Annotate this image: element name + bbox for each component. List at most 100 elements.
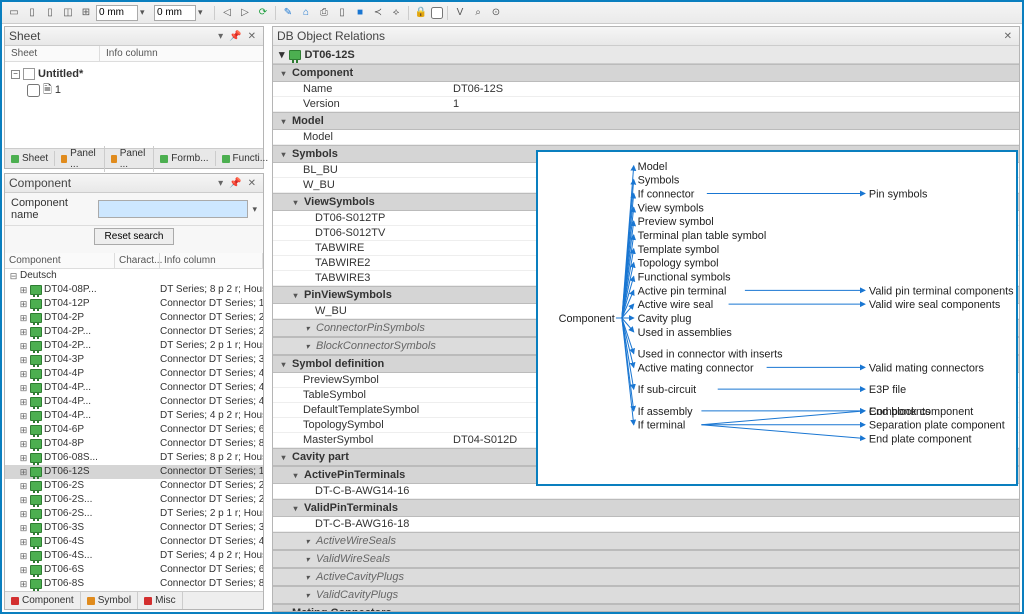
share-icon[interactable]: ≺ (370, 5, 386, 21)
svg-text:If connector: If connector (638, 188, 695, 200)
tool-icon[interactable]: ◫ (60, 5, 76, 21)
svg-text:Preview symbol: Preview symbol (638, 216, 714, 228)
db-section[interactable]: ▾ValidPinTerminals (273, 499, 1019, 517)
component-row[interactable]: ⊞DT04-4P...DT Series; 4 p 2 r; Housing..… (5, 409, 263, 423)
component-row[interactable]: ⊞DT06-3SConnector DT Series; 3 po... (5, 521, 263, 535)
component-tab[interactable]: Symbol (81, 592, 138, 609)
sheet-tab[interactable]: Formb... (154, 151, 215, 166)
offset-x-input[interactable] (96, 5, 138, 21)
component-row[interactable]: ⊞DT06-4S...DT Series; 4 p 2 r; Housing..… (5, 549, 263, 563)
component-icon (30, 383, 42, 393)
svg-text:Active mating connector: Active mating connector (638, 362, 754, 374)
sheet-tab[interactable]: Sheet (5, 151, 55, 166)
lock-icon[interactable]: 🔒 (413, 5, 429, 21)
db-item[interactable]: Model (273, 130, 1019, 145)
pin-icon[interactable]: 📌 (226, 31, 244, 42)
reset-search-button[interactable]: Reset search (94, 228, 175, 245)
component-row[interactable]: ⊞DT06-6SConnector DT Series; 6 po... (5, 563, 263, 577)
db-section[interactable]: ▾Component (273, 64, 1019, 82)
search-label: Component name (11, 197, 94, 221)
pin-icon[interactable]: ▾ (215, 31, 226, 42)
collapse-icon[interactable]: − (11, 70, 20, 79)
component-icon (30, 495, 42, 505)
pin-icon[interactable]: 📌 (226, 178, 244, 189)
home-icon[interactable]: ⌂ (298, 5, 314, 21)
component-icon (30, 467, 42, 477)
component-row[interactable]: ⊞DT04-08P...DT Series; 8 p 2 r; Housing.… (5, 283, 263, 297)
svg-text:Separation plate component: Separation plate component (869, 420, 1005, 432)
svg-text:Cavity plug: Cavity plug (638, 313, 692, 325)
step-back-icon[interactable]: ◁ (219, 5, 235, 21)
db-section[interactable]: ▾ValidCavityPlugs (273, 586, 1019, 604)
component-row[interactable]: ⊞DT04-4P...Connector DT Series; 4 po... (5, 381, 263, 395)
component-row[interactable]: ⊞DT06-2SConnector DT Series; 2 po... (5, 479, 263, 493)
component-tab[interactable]: Misc (138, 592, 183, 609)
close-icon[interactable]: ✕ (245, 31, 259, 42)
component-row[interactable]: ⊞DT06-2S...DT Series; 2 p 1 r; Housing..… (5, 507, 263, 521)
svg-text:End block component: End block component (869, 406, 973, 418)
print-icon[interactable]: ⎙ (316, 5, 332, 21)
component-search-input[interactable] (98, 200, 248, 218)
v-icon[interactable]: V (452, 5, 468, 21)
component-row[interactable]: ⊞DT04-4P...Connector DT Series; 4 po... (5, 395, 263, 409)
tool-icon[interactable]: ▯ (24, 5, 40, 21)
sheet-tab[interactable]: Panel ... (55, 146, 105, 172)
target-icon[interactable]: ⊙ (488, 5, 504, 21)
component-row[interactable]: ⊞DT04-2P...DT Series; 2 p 1 r; Housing..… (5, 339, 263, 353)
sheet-page[interactable]: 🗎 1 (11, 82, 257, 98)
save-icon[interactable]: ■ (352, 5, 368, 21)
page-checkbox[interactable] (27, 84, 40, 97)
svg-text:If sub-circuit: If sub-circuit (638, 384, 697, 396)
tool-icon[interactable]: ⊞ (78, 5, 94, 21)
pin-icon[interactable]: ▾ (215, 178, 226, 189)
svg-text:Active pin terminal: Active pin terminal (638, 285, 727, 297)
component-row[interactable]: ⊞DT06-2S...Connector DT Series; 2 po... (5, 493, 263, 507)
close-icon[interactable]: ✕ (1001, 31, 1015, 42)
toolbar-checkbox[interactable] (431, 7, 443, 19)
component-icon (30, 565, 42, 575)
tool-icon[interactable]: ▭ (6, 5, 22, 21)
db-section[interactable]: ▾Mating Connectors (273, 604, 1019, 611)
svg-text:Terminal plan table symbol: Terminal plan table symbol (638, 230, 767, 242)
db-section[interactable]: ▾ActiveWireSeals (273, 532, 1019, 550)
db-section[interactable]: ▾Model (273, 112, 1019, 130)
component-tab[interactable]: Component (5, 592, 81, 609)
svg-text:Valid pin terminal components: Valid pin terminal components (869, 285, 1014, 297)
step-fwd-icon[interactable]: ▷ (237, 5, 253, 21)
pen-icon[interactable]: ✎ (280, 5, 296, 21)
component-row[interactable]: ⊞DT06-8SConnector DT Series; 8 po... (5, 577, 263, 591)
component-icon (30, 551, 42, 561)
component-row[interactable]: ⊞DT06-08S...DT Series; 8 p 2 r; Housing.… (5, 451, 263, 465)
component-row[interactable]: ⊞DT04-3PConnector DT Series; 3 po... (5, 353, 263, 367)
offset-y-input[interactable] (154, 5, 196, 21)
component-row[interactable]: ⊞DT04-12PConnector DT Series; 12 p... (5, 297, 263, 311)
relation-diagram: ComponentModelSymbolsIf connectorView sy… (536, 150, 1018, 486)
svg-text:Topology symbol: Topology symbol (638, 258, 719, 270)
component-row[interactable]: ⊞DT04-4PConnector DT Series; 4 po... (5, 367, 263, 381)
svg-text:Pin symbols: Pin symbols (869, 188, 928, 200)
component-folder[interactable]: ⊟Deutsch (5, 269, 263, 283)
component-icon (30, 327, 42, 337)
page-icon: 🗎 (43, 81, 52, 100)
close-icon[interactable]: ✕ (245, 178, 259, 189)
db-section[interactable]: ▾ValidWireSeals (273, 550, 1019, 568)
component-row[interactable]: ⊞DT04-8PConnector DT Series; 8 po... (5, 437, 263, 451)
component-row[interactable]: ⊞DT04-6PConnector DT Series; 6 po... (5, 423, 263, 437)
db-root[interactable]: ▾DT06-12S (273, 46, 1019, 64)
refresh-icon[interactable]: ⟳ (255, 5, 271, 21)
search-icon[interactable]: ⌕ (470, 5, 486, 21)
main-toolbar: ▭ ▯ ▯ ◫ ⊞ ▾ ▾ ◁ ▷ ⟳ ✎ ⌂ ⎙ ▯ ■ ≺ ⟡ 🔒 V ⌕ … (2, 2, 1022, 24)
component-icon (30, 439, 42, 449)
component-row[interactable]: ⊞DT06-4SConnector DT Series; 4 po... (5, 535, 263, 549)
component-row[interactable]: ⊞DT04-2P...Connector DT Series; 2 po... (5, 325, 263, 339)
link-icon[interactable]: ⟡ (388, 5, 404, 21)
svg-text:View symbols: View symbols (638, 202, 705, 214)
db-item[interactable]: DT-C-B-AWG16-18 (273, 517, 1019, 532)
component-row[interactable]: ⊞DT06-12SConnector DT Series; 12 p... (5, 465, 263, 479)
component-icon (30, 397, 42, 407)
component-row[interactable]: ⊞DT04-2PConnector DT Series; 2 po... (5, 311, 263, 325)
tool-icon[interactable]: ▯ (42, 5, 58, 21)
doc-icon[interactable]: ▯ (334, 5, 350, 21)
sheet-tab[interactable]: Panel ... (105, 146, 155, 172)
db-section[interactable]: ▾ActiveCavityPlugs (273, 568, 1019, 586)
